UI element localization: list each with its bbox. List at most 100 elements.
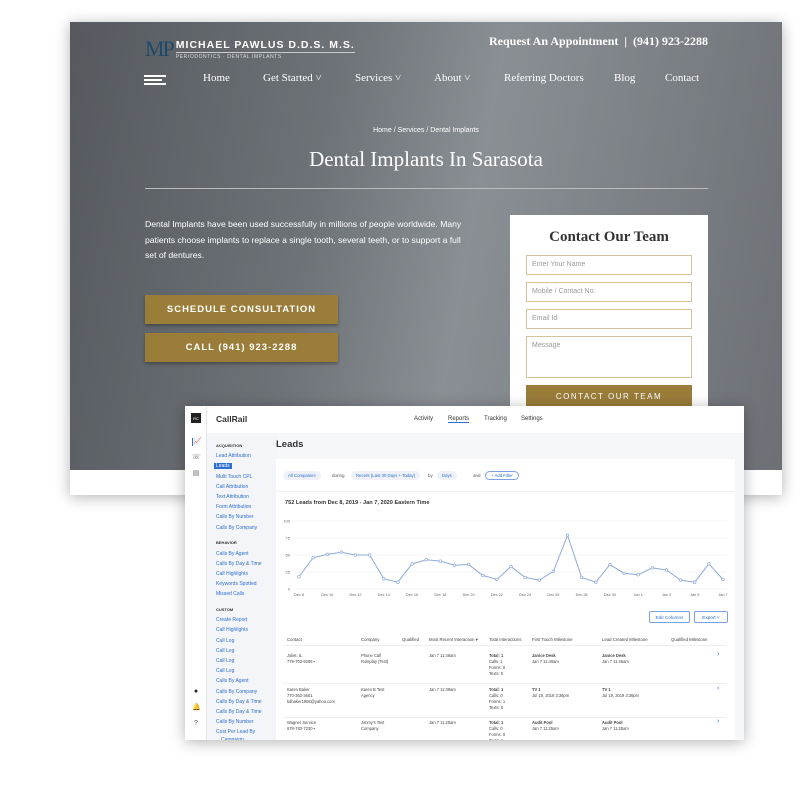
sidebar-item[interactable]: Calls By Number bbox=[216, 514, 254, 520]
cell-text: 678-782-7230 ▪ bbox=[287, 726, 316, 731]
data-point bbox=[424, 558, 428, 562]
sidebar-item[interactable]: Calls By Day & Time bbox=[216, 561, 262, 567]
nav-home[interactable]: Home bbox=[203, 72, 230, 84]
nav-about[interactable]: About ˅ bbox=[434, 72, 470, 84]
logo-mark: MP bbox=[145, 36, 175, 61]
x-tick-label: Jan 1 bbox=[634, 593, 643, 597]
sidebar-item[interactable]: Call Log bbox=[216, 648, 234, 654]
sidebar-item[interactable]: Form Attribution bbox=[216, 504, 251, 510]
cell-first: Janice Desk Jan 7 11:46am bbox=[532, 653, 559, 665]
row-chevron-icon[interactable]: › bbox=[717, 651, 719, 658]
sidebar-item[interactable]: Call Attribution bbox=[216, 484, 248, 490]
y-tick-label: 75 bbox=[286, 536, 291, 541]
sidebar-item[interactable]: Missed Calls bbox=[216, 591, 244, 597]
name-input[interactable]: Enter Your Name bbox=[526, 255, 692, 275]
help-icon[interactable]: ? bbox=[192, 720, 200, 728]
sidebar-item[interactable]: Lead Attribution bbox=[216, 453, 251, 459]
tab-settings[interactable]: Settings bbox=[521, 416, 543, 422]
nav-contact[interactable]: Contact bbox=[665, 72, 699, 84]
x-tick-label: Dec 28 bbox=[576, 593, 588, 597]
data-point bbox=[664, 568, 669, 572]
nav-referring-doctors[interactable]: Referring Doctors bbox=[504, 72, 584, 84]
calls-icon[interactable]: ☏ bbox=[192, 454, 201, 462]
account-badge[interactable]: RC bbox=[191, 413, 201, 423]
bell-icon[interactable]: 🔔 bbox=[192, 704, 201, 712]
sidebar-item[interactable]: Campaign bbox=[221, 737, 244, 740]
sidebar-item[interactable]: Cost Per Lead By bbox=[216, 729, 255, 735]
sidebar-item[interactable]: Keywords Spotted bbox=[216, 581, 257, 587]
data-point bbox=[353, 553, 358, 557]
sidebar-item[interactable]: Call Highlights bbox=[216, 627, 248, 633]
cell-text: Texts: 0 bbox=[489, 704, 504, 710]
and-label: and bbox=[473, 473, 481, 478]
column-header[interactable]: Qualified Milestone bbox=[671, 637, 708, 642]
data-point bbox=[707, 562, 711, 566]
sidebar-item[interactable]: Call Log bbox=[216, 668, 234, 674]
column-header[interactable]: Qualified bbox=[402, 637, 419, 642]
column-header[interactable]: First Touch Milestone bbox=[532, 637, 573, 642]
add-filter-button[interactable]: + Add Filter bbox=[485, 471, 519, 480]
tab-tracking[interactable]: Tracking bbox=[484, 416, 507, 422]
logo[interactable]: MP Michael Pawlus D.D.S. M.S. Periodonti… bbox=[145, 36, 355, 62]
reports-icon[interactable]: 📈 bbox=[192, 438, 202, 446]
menu-icon[interactable] bbox=[144, 75, 166, 87]
interval-filter[interactable]: Days bbox=[437, 471, 457, 480]
messages-icon[interactable]: ▤ bbox=[192, 470, 200, 478]
schedule-consultation-button[interactable]: SCHEDULE CONSULTATION bbox=[145, 295, 338, 324]
sidebar-item[interactable]: Calls By Agent bbox=[216, 678, 249, 684]
nav-blog[interactable]: Blog bbox=[614, 72, 635, 84]
tab-reports[interactable]: Reports bbox=[448, 416, 470, 423]
column-header[interactable]: Most Recent Interaction ▾ bbox=[429, 637, 478, 643]
message-input[interactable]: Message bbox=[526, 336, 692, 378]
company-filter[interactable]: All Companies bbox=[283, 471, 321, 480]
column-header[interactable]: Lead Created Milestone bbox=[602, 637, 648, 642]
sidebar-item[interactable]: Call Highlights bbox=[216, 571, 248, 577]
cell-text: Jan 7 11:25am bbox=[602, 726, 629, 731]
sidebar-item[interactable]: Text Attribution bbox=[216, 494, 249, 500]
column-header[interactable]: Total Interactions bbox=[489, 637, 521, 642]
nav-get-started[interactable]: Get Started ˅ bbox=[263, 72, 322, 84]
call-button[interactable]: CALL (941) 923-2288 bbox=[145, 333, 338, 362]
row-chevron-icon[interactable]: › bbox=[717, 685, 719, 692]
sidebar-item[interactable]: Calls By Agent bbox=[216, 551, 249, 557]
add-icon[interactable]: ● bbox=[192, 688, 200, 696]
sidebar-item[interactable]: Call Log bbox=[216, 638, 234, 644]
sidebar-item[interactable]: Multi Touch CPL bbox=[216, 474, 252, 480]
leads-card: All Companies during Recent (Last 30 Day… bbox=[276, 459, 735, 740]
sidebar-item[interactable]: Call Log bbox=[216, 658, 234, 664]
sidebar-item[interactable]: Calls By Company bbox=[216, 689, 257, 695]
export-label: Export bbox=[702, 614, 716, 620]
appointment-link[interactable]: Request An Appointment | (941) 923-2288 bbox=[489, 34, 708, 49]
cell-first: TV 1 Jul 19, 2019 3:36pm bbox=[532, 687, 569, 699]
date-range-filter[interactable]: Recent (Last 30 Days + Today) bbox=[351, 471, 421, 480]
tab-activity[interactable]: Activity bbox=[414, 416, 433, 422]
phone-input[interactable]: Mobile / Contact No. bbox=[526, 282, 692, 302]
cell-company: Karen B Test Agency bbox=[361, 687, 384, 699]
x-tick-label: Dec 10 bbox=[321, 593, 333, 597]
email-input[interactable]: Email Id bbox=[526, 309, 692, 329]
logo-subtitle: Periodontics · Dental Implants bbox=[175, 53, 282, 60]
sidebar-item[interactable]: Leads bbox=[214, 463, 232, 470]
sidebar-item[interactable]: Calls By Number bbox=[216, 719, 254, 725]
edit-columns-button[interactable]: Edit Columns bbox=[649, 611, 690, 623]
cell-text: Company bbox=[361, 726, 379, 731]
sidebar-item[interactable]: Calls By Company bbox=[216, 525, 257, 531]
data-point bbox=[650, 566, 654, 570]
callrail-dashboard: CallRail Activity Reports Tracking Setti… bbox=[185, 406, 744, 740]
export-button[interactable]: Export ˅ bbox=[694, 611, 728, 623]
sidebar-item[interactable]: Create Report bbox=[216, 617, 247, 623]
column-header[interactable]: Contact bbox=[287, 637, 302, 642]
data-point bbox=[608, 562, 612, 567]
data-point bbox=[565, 533, 570, 537]
page-title: Dental Implants In Sarasota bbox=[309, 147, 543, 171]
reports-sidebar: ACQUISITION Lead Attribution Leads Multi To… bbox=[207, 433, 277, 740]
cell-totals: Total: 1 Calls: 1 Forms: 0 Texts: 0 bbox=[489, 653, 505, 677]
row-chevron-icon[interactable]: › bbox=[717, 718, 719, 725]
breadcrumb: Home / Services / Dental Implants bbox=[373, 127, 479, 134]
column-header[interactable]: Company bbox=[361, 637, 379, 642]
nav-services[interactable]: Services ˅ bbox=[355, 72, 401, 84]
contact-submit-button[interactable]: CONTACT OUR TEAM bbox=[526, 385, 692, 407]
x-tick-label: Dec 8 bbox=[294, 593, 304, 597]
sidebar-item[interactable]: Calls By Day & Time bbox=[216, 709, 262, 715]
sidebar-item[interactable]: Calls By Day & Time bbox=[216, 699, 262, 705]
